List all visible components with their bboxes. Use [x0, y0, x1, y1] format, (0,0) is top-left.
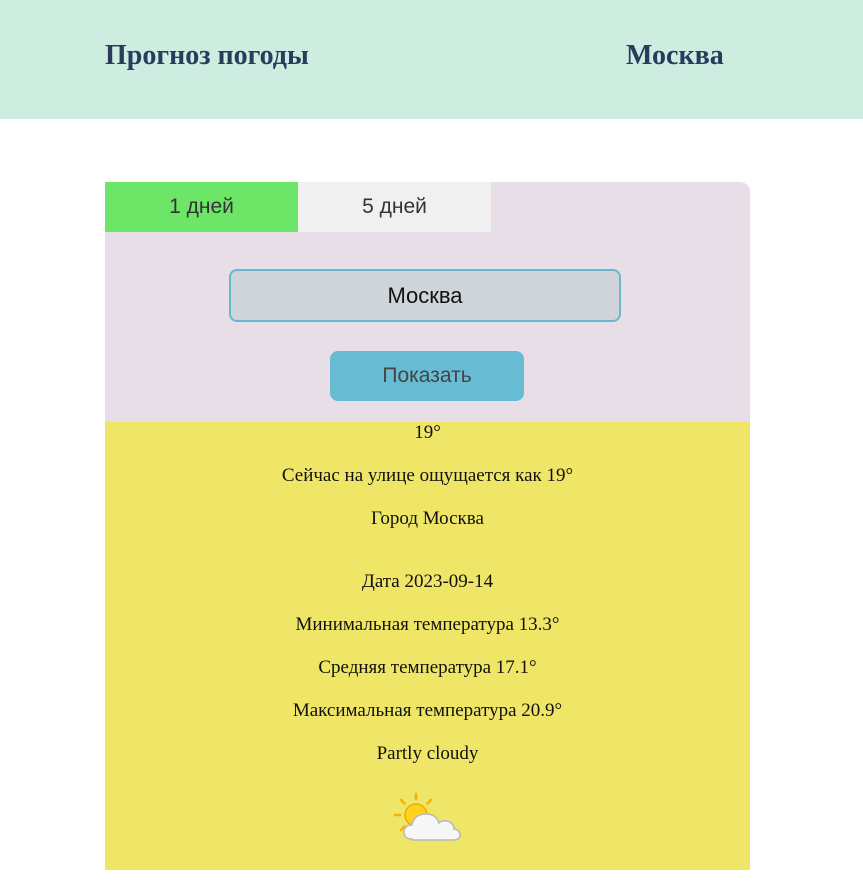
- city-name: Город Москва: [371, 508, 484, 529]
- avg-temperature: Средняя температура 17.1°: [318, 657, 537, 678]
- app-title: Прогноз погоды: [105, 40, 309, 71]
- app-header: Прогноз погоды Москва: [0, 0, 863, 119]
- partly-cloudy-icon: [393, 792, 461, 841]
- min-temperature: Минимальная температура 13.3°: [295, 614, 560, 635]
- tab-5-days[interactable]: 5 дней: [298, 182, 491, 232]
- forecast-date: Дата 2023-09-14: [361, 571, 494, 592]
- weather-condition: Partly cloudy: [376, 743, 479, 764]
- header-city: Москва: [626, 40, 724, 71]
- show-button[interactable]: Показать: [330, 351, 524, 401]
- search-panel: 1 дней 5 дней Показать: [105, 182, 750, 422]
- feels-like-text: Сейчас на улице ощущается как 19°: [281, 465, 574, 486]
- city-input[interactable]: [229, 269, 621, 322]
- tab-1-day[interactable]: 1 дней: [105, 182, 298, 232]
- weather-result: 19° Сейчас на улице ощущается как 19° Го…: [105, 422, 750, 870]
- max-temperature: Максимальная температура 20.9°: [292, 700, 563, 721]
- current-temperature: 19°: [414, 422, 441, 443]
